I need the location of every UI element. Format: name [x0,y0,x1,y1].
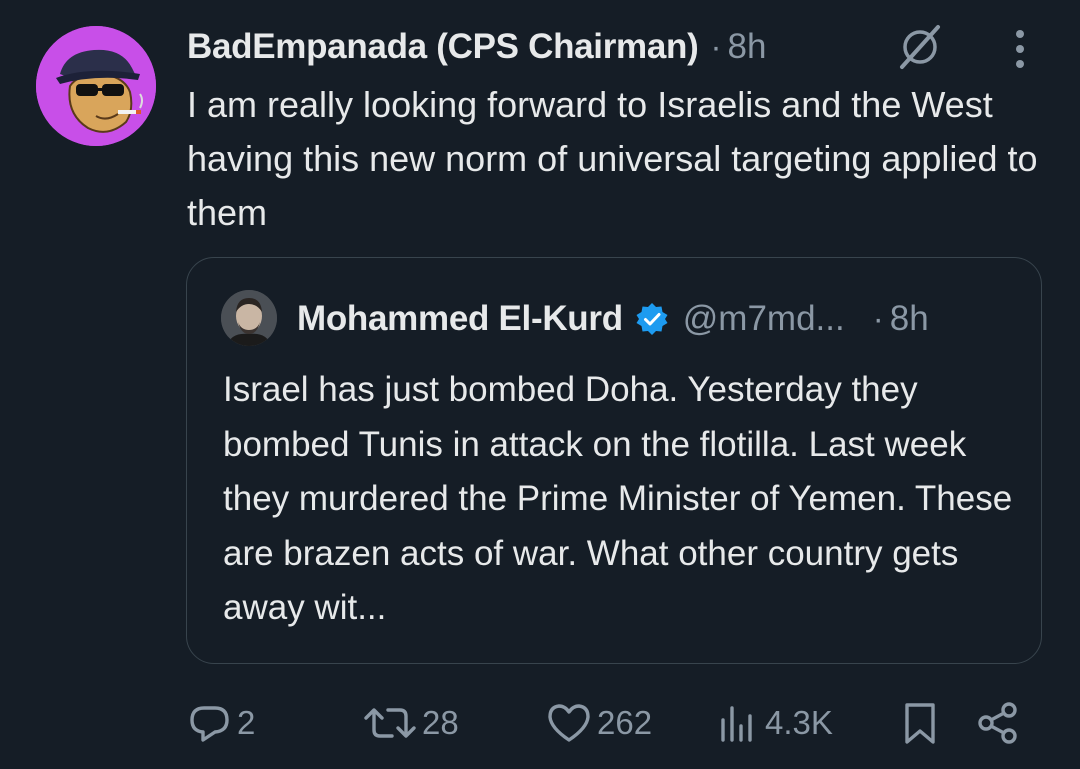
views-icon [721,706,752,742]
heart-icon [548,704,590,742]
views-count: 4.3K [765,704,833,741]
author-name[interactable]: BadEmpanada (CPS Chairman) [187,27,699,67]
quote-header: Mohammed El-Kurd @m7md... · 8h [297,296,929,342]
tweet-header: BadEmpanada (CPS Chairman) · 8h [187,22,766,72]
action-bar: 2 28 262 4.3K [187,697,1047,749]
tweet-text: I am really looking forward to Israelis … [187,84,1038,233]
separator-dot: · [710,28,722,65]
verified-badge-icon [636,303,668,335]
repost-icon [364,708,416,738]
bookmark-icon [905,703,935,744]
views-button[interactable]: 4.3K [715,697,833,749]
repost-button[interactable]: 28 [362,697,459,749]
quote-avatar-image [221,290,277,346]
share-button[interactable] [975,697,1021,749]
reply-icon [190,706,229,742]
more-vertical-icon[interactable] [1004,28,1036,70]
avatar-image [36,26,156,146]
quote-author-name[interactable]: Mohammed El-Kurd [297,299,623,339]
share-icon [978,702,1017,744]
quote-author-handle[interactable]: @m7md... [683,299,845,339]
grok-icon[interactable] [896,23,944,71]
like-button[interactable]: 262 [545,697,652,749]
reply-count: 2 [237,704,256,741]
quote-text: Israel has just bombed Doha. Yesterday t… [223,370,1013,627]
quoted-tweet[interactable]: Mohammed El-Kurd @m7md... · 8h Israel ha… [186,257,1042,664]
quote-timestamp[interactable]: 8h [890,299,929,339]
tweet[interactable]: BadEmpanada (CPS Chairman) · 8h I am rea… [0,0,1080,769]
author-avatar[interactable] [36,26,156,146]
repost-count: 28 [422,704,459,741]
timestamp[interactable]: 8h [727,27,766,67]
bookmark-button[interactable] [897,697,943,749]
quote-separator-dot: · [872,300,884,337]
reply-button[interactable]: 2 [187,697,255,749]
like-count: 262 [597,704,653,741]
quote-author-avatar[interactable] [221,290,277,346]
